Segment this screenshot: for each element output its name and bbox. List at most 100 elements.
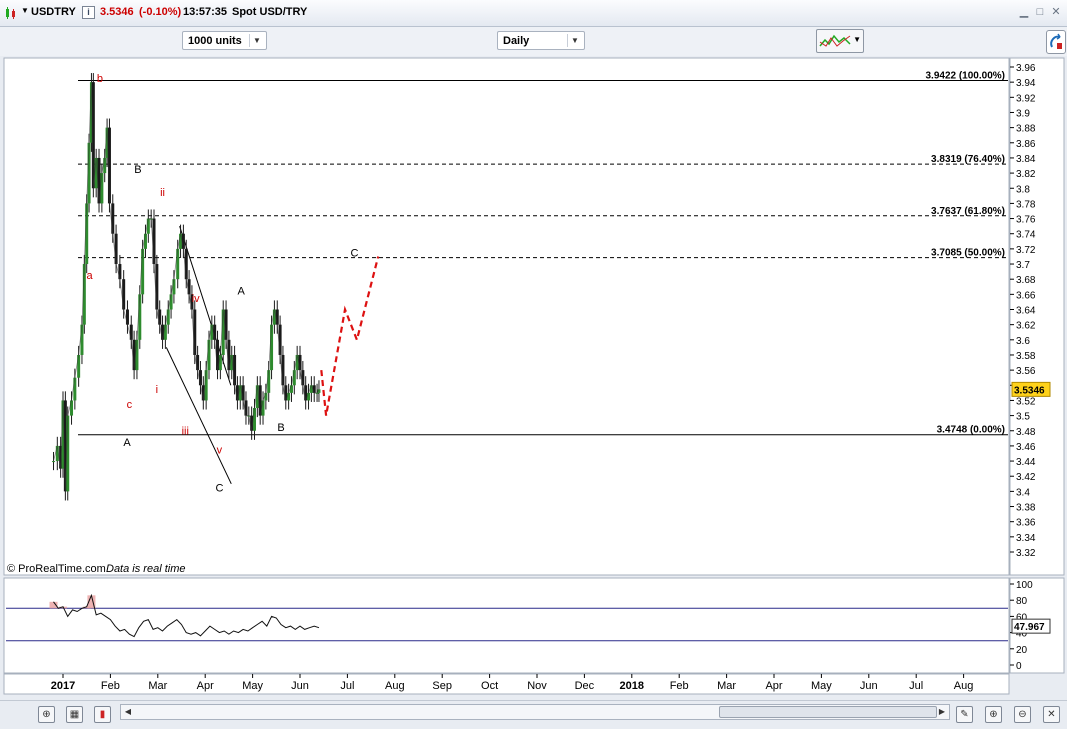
wave-label: iii: [182, 426, 189, 438]
wave-label: v: [217, 444, 223, 456]
time-tick-label: Apr: [765, 680, 782, 692]
indicator-tick-label: 100: [1016, 580, 1033, 591]
indicator-tick-label: 80: [1016, 596, 1028, 607]
chevron-down-icon[interactable]: ▼: [249, 34, 264, 47]
price-candle: [176, 248, 180, 280]
price-tick-label: 3.42: [1016, 472, 1036, 483]
price-tick-label: 3.36: [1016, 518, 1036, 529]
price-tick-label: 3.88: [1016, 124, 1036, 135]
price-candle: [129, 324, 133, 340]
close-chart-icon[interactable]: ✕: [1043, 706, 1060, 723]
units-dropdown[interactable]: 1000 units ▼: [182, 31, 267, 50]
units-value: 1000 units: [188, 35, 242, 47]
zoom-out-icon[interactable]: ⊖: [1014, 706, 1031, 723]
wave-label: iv: [192, 293, 200, 305]
main-chart-area: [3, 57, 1010, 576]
wave-label: C: [351, 247, 359, 259]
fib-level-label: 3.9422 (100.00%): [925, 70, 1005, 81]
indicators-button[interactable]: ▼: [816, 29, 864, 53]
price-candle: [80, 324, 84, 355]
chevron-down-icon[interactable]: ▼: [21, 6, 29, 15]
price-tick-label: 3.64: [1016, 306, 1036, 317]
change-label: (-0.10%): [139, 6, 182, 18]
drawing-icon[interactable]: ✎: [956, 706, 973, 723]
price-candle: [70, 400, 74, 416]
fib-level-label: 3.4748 (0.00%): [937, 425, 1005, 436]
current-price-label: 3.5346: [1014, 385, 1045, 396]
maximize-icon[interactable]: □: [1034, 6, 1046, 18]
price-candle: [52, 461, 56, 463]
arrow-left-icon[interactable]: ◀: [122, 706, 134, 718]
wave-label: C: [215, 482, 223, 494]
price-tick-label: 3.76: [1016, 215, 1036, 226]
time-tick-label: Sep: [432, 680, 452, 692]
price-tick-label: 3.96: [1016, 63, 1036, 74]
time-tick-label: Apr: [197, 680, 214, 692]
info-icon[interactable]: i: [82, 6, 95, 19]
time-tick-label: Jun: [291, 680, 309, 692]
price-chart[interactable]: 3.9422 (100.00%) 3.8319 (76.40%) 3.7637 (6…: [0, 56, 1067, 700]
time-tick-label: Dec: [575, 680, 595, 692]
scrollbar-thumb[interactable]: [719, 706, 937, 718]
time-tick-label: Nov: [527, 680, 547, 692]
wave-label: ii: [160, 187, 165, 199]
chevron-down-icon[interactable]: ▼: [853, 35, 861, 44]
price-tick-label: 3.86: [1016, 139, 1036, 150]
candles-icon[interactable]: ▮: [94, 706, 111, 723]
price-tick-label: 3.72: [1016, 245, 1036, 256]
price-tick-label: 3.82: [1016, 169, 1036, 180]
wave-label: b: [97, 73, 103, 85]
price-candle: [114, 233, 118, 265]
time-tick-label: May: [811, 680, 832, 692]
price-candle: [111, 203, 115, 234]
time-tick-label: Mar: [717, 680, 736, 692]
price-candle: [73, 377, 77, 401]
fib-level-label: 3.7085 (50.00%): [931, 248, 1005, 259]
time-label: 13:57:35: [183, 6, 228, 18]
price-tick-label: 3.68: [1016, 275, 1036, 286]
zoom-icon[interactable]: ⊕: [38, 706, 55, 723]
zoom-in-icon[interactable]: ⊕: [985, 706, 1002, 723]
price-tick-label: 3.74: [1016, 230, 1036, 241]
price-tick-label: 3.8: [1016, 184, 1030, 195]
instrument-label: Spot USD/TRY: [232, 6, 308, 18]
timeframe-dropdown[interactable]: Daily ▼: [497, 31, 585, 50]
horizontal-scrollbar[interactable]: ◀ ▶: [120, 704, 950, 720]
wave-label: A: [238, 285, 246, 297]
price-candle: [125, 309, 129, 325]
price-tick-label: 3.7: [1016, 260, 1030, 271]
time-tick-label: Feb: [101, 680, 120, 692]
data-status-label: Data is real time: [106, 563, 185, 575]
indicator-panel: [3, 577, 1010, 674]
chevron-down-icon[interactable]: ▼: [567, 34, 582, 47]
symbol-label: USDTRY: [31, 6, 76, 18]
price-tick-label: 3.6: [1016, 336, 1030, 347]
timeframe-value: Daily: [503, 35, 530, 47]
price-tick-label: 3.44: [1016, 457, 1036, 468]
price-label: 3.5346: [100, 6, 134, 18]
grid-icon[interactable]: ▦: [66, 706, 83, 723]
close-icon[interactable]: ✕: [1050, 6, 1062, 18]
price-tick-label: 3.48: [1016, 427, 1036, 438]
side-tools-icon[interactable]: [1046, 30, 1066, 54]
price-tick-label: 3.78: [1016, 199, 1036, 210]
price-candle: [122, 279, 126, 310]
time-tick-label: Jun: [860, 680, 878, 692]
price-tick-label: 3.92: [1016, 93, 1036, 104]
time-tick-label: Aug: [954, 680, 974, 692]
wave-label: c: [127, 399, 133, 411]
time-tick-label: 2018: [620, 680, 644, 692]
wave-label: i: [156, 384, 158, 396]
price-tick-label: 3.58: [1016, 351, 1036, 362]
price-tick-label: 3.56: [1016, 366, 1036, 377]
minimize-icon[interactable]: ▁: [1018, 6, 1030, 18]
time-tick-label: May: [242, 680, 263, 692]
price-tick-label: 3.66: [1016, 290, 1036, 301]
price-tick-label: 3.32: [1016, 548, 1036, 559]
wave-label: B: [134, 164, 141, 176]
arrow-right-icon[interactable]: ▶: [936, 706, 948, 718]
indicator-tick-label: 0: [1016, 661, 1022, 672]
price-tick-label: 3.34: [1016, 533, 1036, 544]
price-tick-label: 3.84: [1016, 154, 1036, 165]
price-tick-label: 3.52: [1016, 396, 1036, 407]
